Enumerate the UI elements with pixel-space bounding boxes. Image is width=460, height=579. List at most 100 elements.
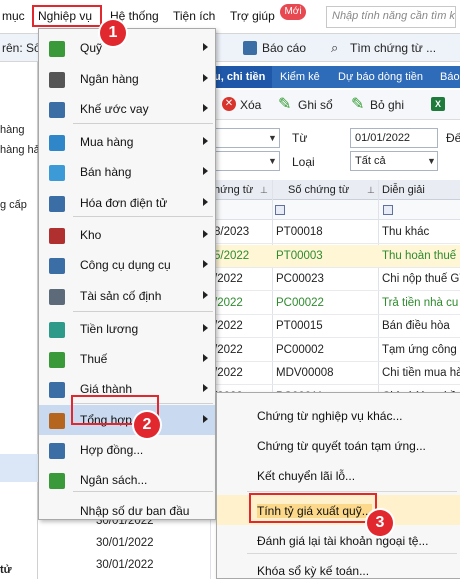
menu-danh-muc[interactable]: mục [2, 9, 25, 23]
from-date-input[interactable]: 01/01/2022 [350, 128, 438, 148]
filter-cell-icon[interactable] [383, 205, 393, 215]
cash-icon [49, 41, 65, 57]
menu-item-mua-hàng[interactable]: Mua hàng [39, 127, 215, 157]
chevron-down-icon: ▼ [268, 133, 277, 143]
cell-description: Chi nộp thuế GT [382, 273, 460, 285]
submenu-item[interactable]: Đánh giá lại tài khoản ngoại tệ... [217, 525, 460, 555]
cell-description: Thu khác [382, 226, 430, 238]
table-row[interactable]: /2022 MDV00008 Chi tiền mua hà [210, 362, 460, 385]
menu-item-hợp-đồng[interactable]: Hợp đồng... [39, 435, 215, 465]
post-button[interactable]: Ghi sổ [298, 98, 333, 112]
menu-item-hóa-đơn-điện-tử[interactable]: Hóa đơn điện tử [39, 188, 215, 218]
cell-description: Bán điều hòa [382, 320, 450, 332]
chevron-right-icon [203, 198, 208, 206]
col-header-doc-no[interactable]: Số chứng từ [288, 184, 349, 196]
menu-item-label: Công cụ dụng cụ [80, 258, 171, 272]
feature-search-input[interactable]: Nhập tính năng cần tìm kiếm [326, 6, 456, 28]
step-3-marker: 3 [367, 510, 393, 536]
left-pane-selected-row [0, 454, 38, 482]
chevron-right-icon [203, 291, 208, 299]
cell-date: 30/01/2022 [96, 537, 154, 549]
cell-doc-no: PC00002 [276, 343, 324, 356]
menu-tien-ich[interactable]: Tiện ích [173, 9, 215, 23]
unpost-button[interactable]: Bỏ ghi [370, 98, 404, 112]
unpost-icon: ✎ [351, 96, 365, 113]
tab-kiem-ke[interactable]: Kiểm kê [276, 66, 324, 88]
cell-doc-no: MDV00008 [276, 367, 334, 379]
chevron-right-icon [203, 260, 208, 268]
cell-doc-no: PT00003 [276, 249, 323, 262]
menu-item-ngân-hàng[interactable]: Ngân hàng [39, 64, 215, 94]
menu-item-ngân-sách[interactable]: Ngân sách... [39, 465, 215, 495]
cell-date: /2022 [214, 320, 243, 332]
chevron-right-icon [203, 167, 208, 175]
menu-item-công-cụ-dụng-cụ[interactable]: Công cụ dụng cụ [39, 250, 215, 280]
menu-item-label: Ngân sách... [80, 473, 148, 487]
menu-item-tài-sản-cố-định[interactable]: Tài sản cố định [39, 281, 215, 311]
tab-du-bao-dong-tien[interactable]: Dự báo dòng tiền [334, 66, 427, 88]
menu-tro-giup[interactable]: Trợ giúp [230, 9, 275, 23]
menu-item-tiền-lương[interactable]: Tiền lương [39, 314, 215, 344]
chevron-right-icon [203, 324, 208, 332]
submenu-item[interactable]: Chứng từ quyết toán tạm ứng... [217, 430, 460, 460]
table-row[interactable]: /2022 PC00023 Chi nộp thuế GT [210, 268, 460, 291]
grid-filter-row [210, 200, 460, 220]
menu-item-thuế[interactable]: Thuế [39, 344, 215, 374]
tab-bao[interactable]: Báo [436, 66, 460, 88]
menu-item-label: Tài sản cố định [80, 289, 162, 303]
contract-icon [49, 102, 65, 118]
delete-icon: ✕ [222, 97, 236, 111]
find-document-button[interactable]: Tìm chứng từ ... [350, 41, 436, 55]
table-row[interactable]: 8/2023 PT00018 Thu khác [210, 221, 460, 244]
chevron-right-icon [203, 354, 208, 362]
nghiep-vu-dropdown: Quỹ Ngân hàng Khế ước vay Mua hàng Bán hàng H… [38, 28, 216, 520]
menu-item-kho[interactable]: Kho [39, 220, 215, 250]
left-navigation-pane: hàng hàng hả g cấp tử [0, 62, 40, 579]
left-pane-item[interactable]: hàng hả [0, 144, 40, 156]
col-header-description[interactable]: Diễn giải [382, 184, 425, 196]
submenu-item[interactable]: Chứng từ nghiệp vụ khác... [217, 400, 460, 430]
pin-icon[interactable]: ⊥ [260, 185, 268, 196]
asset-icon [49, 289, 65, 305]
sales-icon [49, 165, 65, 181]
left-pane-item[interactable]: g cấp [0, 199, 27, 211]
tinh-ty-gia-highlight [249, 493, 377, 523]
delete-button[interactable]: Xóa [240, 98, 261, 112]
table-row[interactable]: /2022 PT00015 Bán điều hòa [210, 315, 460, 338]
report-button[interactable]: Báo cáo [262, 41, 306, 55]
chevron-down-icon: ▼ [268, 156, 277, 166]
menu-item-bán-hàng[interactable]: Bán hàng [39, 157, 215, 187]
table-row[interactable]: /2022 PC00002 Tạm ứng công t [210, 339, 460, 362]
excel-icon[interactable]: X [431, 97, 445, 111]
chevron-down-icon: ▼ [427, 156, 436, 166]
branch-label: rên: Số [2, 41, 41, 55]
post-icon: ✎ [278, 96, 292, 113]
table-row[interactable]: /2022 PC00022 Trả tiền nhà cu [210, 292, 460, 315]
tab-thu-chi-tien[interactable]: u, chi tiền [210, 66, 272, 88]
step-2-marker: 2 [134, 412, 160, 438]
menu-item-label: Giá thành [80, 382, 133, 396]
submenu-item[interactable]: Kết chuyển lãi lỗ... [217, 460, 460, 490]
menu-item-quỹ[interactable]: Quỹ [39, 33, 215, 63]
menu-item-nhập-số-dư-ban-đầu[interactable]: Nhập số dư ban đầu [39, 496, 215, 526]
col-header-date[interactable]: hứng từ [214, 184, 253, 196]
pin-icon[interactable]: ⊥ [367, 185, 375, 196]
submenu-item-label: Đánh giá lại tài khoản ngoại tệ... [257, 534, 429, 548]
new-badge: Mới [280, 4, 306, 20]
table-row[interactable]: 5/2022 PT00003 Thu hoàn thuế G [210, 244, 460, 268]
menu-item-label: Khế ước vay [80, 102, 149, 116]
e-invoice-icon [49, 196, 65, 212]
chevron-right-icon [203, 230, 208, 238]
menu-item-khế-ước-vay[interactable]: Khế ước vay [39, 94, 215, 124]
left-pane-item[interactable]: hàng [0, 124, 24, 136]
menu-item-label: Kho [80, 228, 102, 242]
filter-cell-icon[interactable] [275, 205, 285, 215]
to-label: Đế [446, 131, 460, 145]
submenu-item[interactable]: Khóa sổ kỳ kế toán... [217, 555, 460, 579]
submenu-item-label: Kết chuyển lãi lỗ... [257, 469, 356, 483]
type-select[interactable]: Tất cả [350, 151, 438, 171]
cell-date: /2022 [214, 343, 243, 356]
grid-header: hứng từ ⊥ Số chứng từ ⊥ Diễn giải [210, 180, 460, 200]
module-tabs: u, chi tiền Kiểm kê Dự báo dòng tiền Báo [210, 66, 460, 88]
bank-icon [49, 72, 65, 88]
